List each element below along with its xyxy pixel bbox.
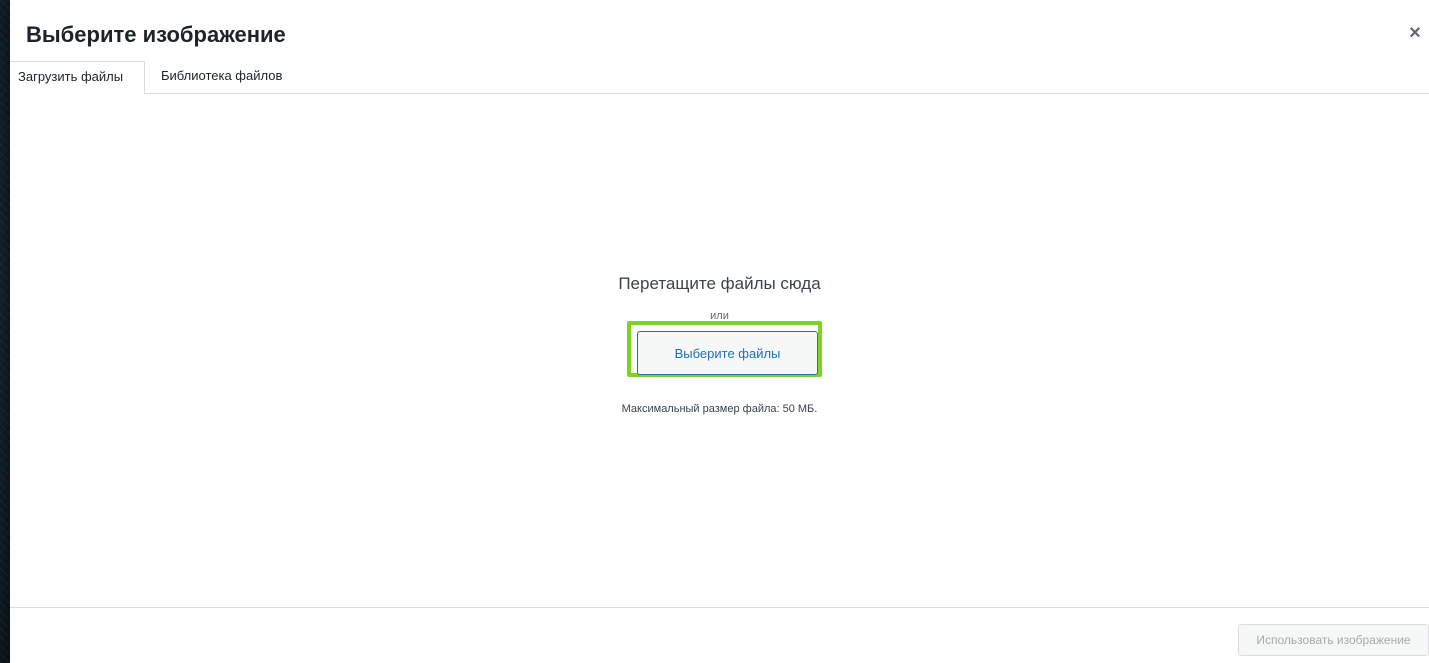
close-icon[interactable]: × xyxy=(1401,18,1429,48)
media-tabs: Загрузить файлы Библиотека файлов xyxy=(10,61,1429,94)
max-upload-size: Максимальный размер файла: 50 МБ. xyxy=(621,403,818,415)
tab-media-library[interactable]: Библиотека файлов xyxy=(153,61,290,93)
modal-title: Выберите изображение xyxy=(26,22,286,47)
select-files-button[interactable]: Выберите файлы xyxy=(637,331,818,375)
drop-instructions: Перетащите файлы сюда xyxy=(618,274,821,293)
modal-toolbar: Использовать изображение xyxy=(10,607,1429,663)
tab-upload-files[interactable]: Загрузить файлы xyxy=(10,61,145,94)
upload-dropzone[interactable]: Перетащите файлы сюда или Выберите файлы… xyxy=(10,94,1429,607)
use-image-button[interactable]: Использовать изображение xyxy=(1238,624,1429,656)
media-modal: Выберите изображение × Загрузить файлы Б… xyxy=(10,0,1429,663)
